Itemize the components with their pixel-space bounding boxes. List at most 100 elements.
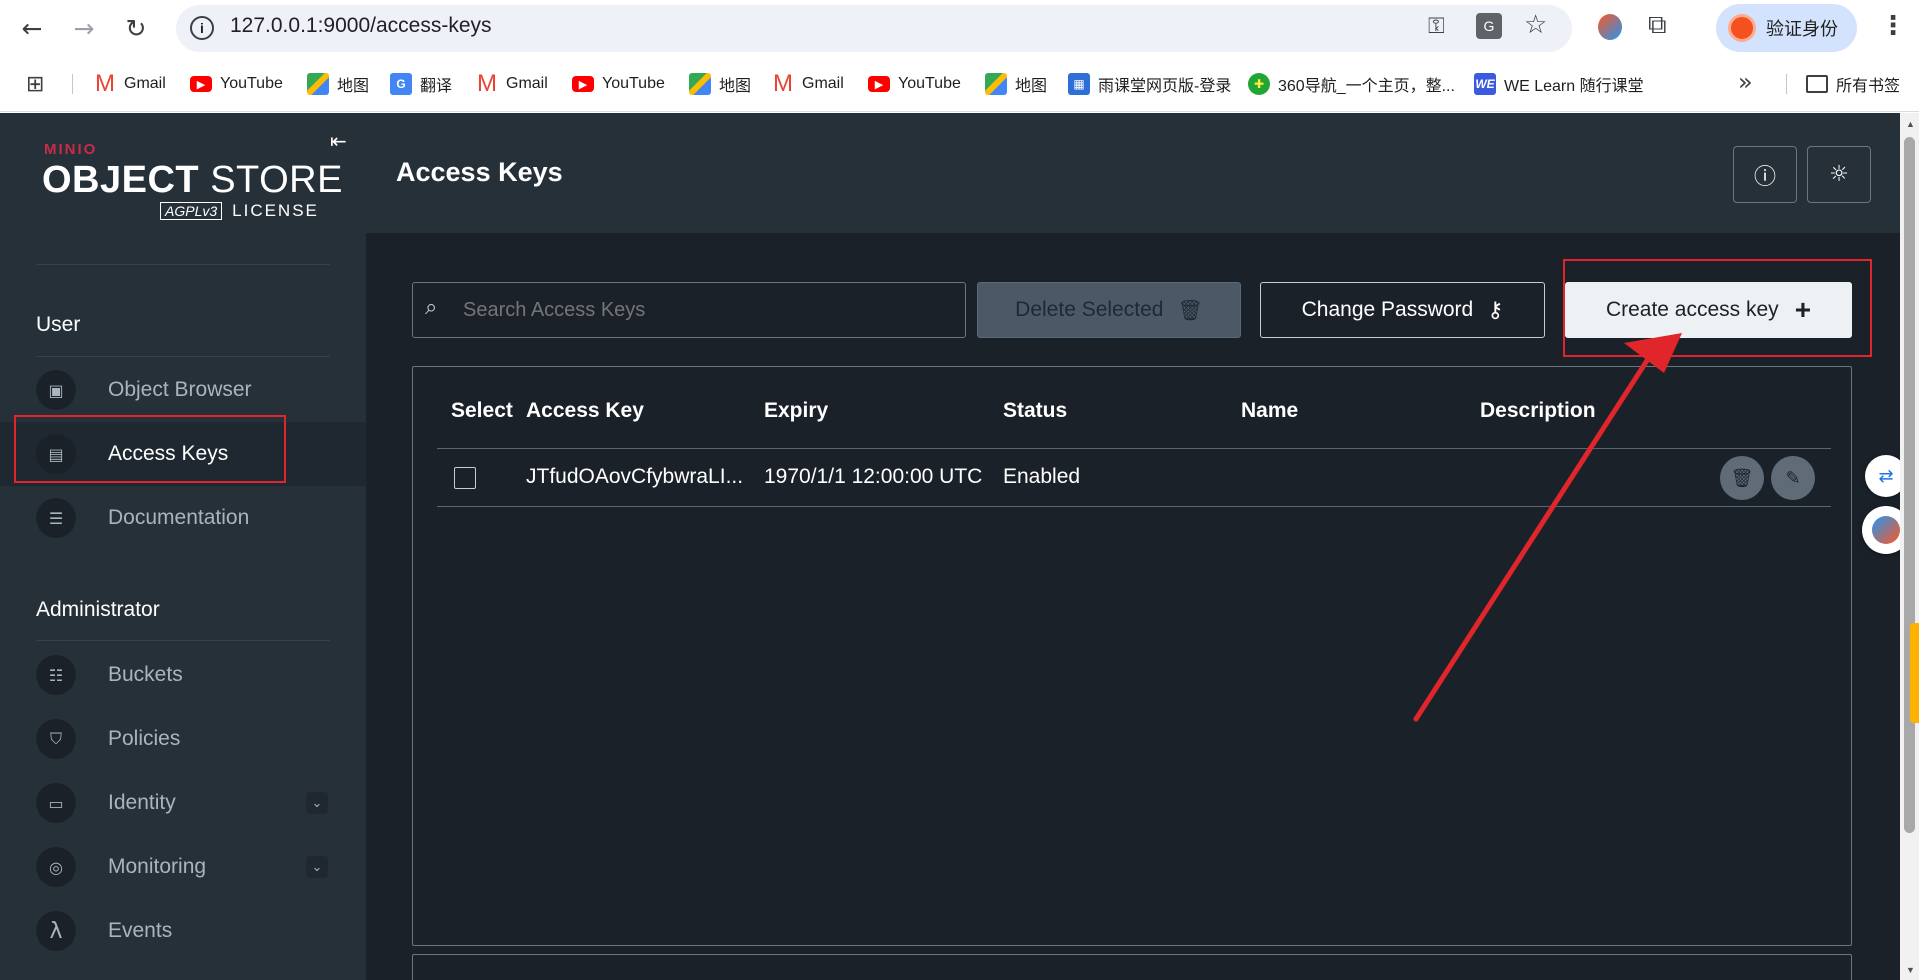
bottom-panel (412, 954, 1852, 980)
extensions-puzzle-icon[interactable]: ⧉ (1648, 10, 1667, 41)
extension-360-icon[interactable] (1598, 14, 1622, 40)
bookmark-welearn[interactable]: WE WE Learn 随行课堂 (1474, 70, 1644, 98)
url-text[interactable]: 127.0.0.1:9000/access-keys (230, 14, 492, 38)
browser-menu-icon[interactable]: ⋮ (1880, 10, 1906, 41)
sidebar-item-label: Monitoring (108, 855, 207, 878)
logo-divider (36, 264, 330, 265)
360-icon: ✚ (1248, 73, 1270, 95)
sidebar-item-label: Policies (108, 727, 181, 750)
bookmark-yuketang[interactable]: ▦ 雨课堂网页版-登录 (1068, 70, 1231, 98)
chevron-down-icon[interactable]: ⌄ (306, 792, 328, 814)
bookmark-divider (72, 74, 73, 94)
bookmark-star-icon[interactable]: ☆ (1524, 10, 1547, 40)
column-header-expiry[interactable]: Expiry (764, 399, 828, 423)
profile-label: 验证身份 (1766, 19, 1838, 39)
sidebar-item-buckets[interactable]: ☷ Buckets (0, 643, 366, 707)
section-divider (36, 356, 330, 357)
theme-toggle-button[interactable]: ☼ (1807, 146, 1871, 203)
sidebar-item-label: Identity (108, 791, 176, 814)
more-bookmarks-icon[interactable]: » (1738, 68, 1753, 96)
delete-row-button[interactable]: 🗑 (1720, 456, 1764, 500)
column-header-access-key[interactable]: Access Key (526, 399, 644, 423)
sidebar: MINIO OBJECT STORE AGPLv3 LICENSE ⇤ User … (0, 113, 366, 980)
collapse-sidebar-icon[interactable]: ⇤ (330, 129, 347, 153)
bookmark-youtube[interactable]: ▶ YouTube (572, 70, 665, 98)
youtube-icon: ▶ (190, 76, 212, 92)
minio-app: MINIO OBJECT STORE AGPLv3 LICENSE ⇤ User … (0, 113, 1910, 980)
user-section-title: User (36, 313, 81, 336)
key-icon[interactable]: ⚿ (1428, 14, 1445, 39)
site-info-icon[interactable]: i (190, 16, 214, 40)
annotation-highlight-access-keys (14, 415, 286, 483)
maps-icon (307, 73, 329, 95)
bookmark-gmail[interactable]: M Gmail (772, 70, 844, 98)
bookmark-youtube[interactable]: ▶ YouTube (190, 70, 283, 98)
documentation-icon: ☰ (36, 498, 76, 538)
sun-icon: ☼ (1829, 162, 1849, 187)
policies-icon: ⛉ (36, 719, 76, 759)
gmail-icon: M (773, 70, 793, 97)
avatar (1728, 14, 1756, 42)
chevron-down-icon[interactable]: ⌄ (306, 856, 328, 878)
bookmark-divider (1786, 74, 1787, 94)
sidebar-item-identity[interactable]: ▭ Identity ⌄ (0, 771, 366, 835)
scroll-marker (1910, 623, 1919, 723)
scrollbar-thumb[interactable] (1904, 137, 1915, 833)
column-header-name[interactable]: Name (1241, 399, 1298, 423)
back-arrow-icon[interactable]: ← (12, 8, 52, 48)
scroll-up-arrow-icon[interactable]: ▲ (1906, 119, 1915, 129)
change-password-button[interactable]: Change Password ⚷ (1260, 282, 1545, 338)
scroll-down-arrow-icon[interactable]: ▼ (1906, 965, 1915, 975)
column-header-status[interactable]: Status (1003, 399, 1067, 423)
all-bookmarks-folder[interactable]: 所有书签 (1806, 70, 1900, 98)
bookmark-maps[interactable]: 地图 (689, 70, 751, 98)
edit-row-button[interactable]: ✎ (1771, 456, 1815, 500)
minio-logo: MINIO (44, 141, 98, 158)
search-input[interactable] (463, 291, 953, 329)
page-scrollbar[interactable]: ▲ ▼ (1900, 113, 1919, 980)
forward-arrow-icon[interactable]: → (64, 8, 104, 48)
administrator-section-title: Administrator (36, 598, 160, 621)
reload-icon[interactable]: ↻ (116, 8, 156, 48)
welearn-icon: WE (1474, 73, 1496, 95)
access-key-cell: JTfudOAovCfybwraLI... (526, 465, 744, 488)
bookmark-maps[interactable]: 地图 (307, 70, 369, 98)
annotation-arrow (1413, 333, 1682, 722)
page-title: Access Keys (396, 157, 563, 187)
translate-icon: G (390, 73, 412, 95)
assistant-logo (1872, 516, 1900, 544)
sidebar-item-label: Buckets (108, 663, 183, 686)
bookmark-gmail[interactable]: M Gmail (94, 70, 166, 98)
sidebar-item-policies[interactable]: ⛉ Policies (0, 707, 366, 771)
page-header: Access Keys ⓘ ☼ (366, 113, 1900, 233)
bookmark-gmail[interactable]: M Gmail (476, 70, 548, 98)
translate-page-icon[interactable]: G (1476, 13, 1502, 39)
search-box[interactable]: ⌕ (412, 282, 966, 338)
youtube-icon: ▶ (572, 76, 594, 92)
trash-icon: 🗑 (1177, 298, 1203, 322)
column-header-select: Select (451, 399, 513, 422)
section-divider (36, 640, 330, 641)
sidebar-item-label: Documentation (108, 506, 250, 529)
gmail-icon: M (95, 70, 115, 97)
license-logo: AGPLv3 LICENSE (160, 201, 319, 221)
sidebar-item-object-browser[interactable]: ▣ Object Browser (0, 358, 366, 422)
profile-button[interactable]: 验证身份 (1716, 4, 1857, 52)
browser-toolbar: ← → ↻ i 127.0.0.1:9000/access-keys ⚿ G ☆… (0, 0, 1919, 56)
delete-selected-label: Delete Selected (1015, 298, 1164, 321)
sidebar-item-monitoring[interactable]: ◎ Monitoring ⌄ (0, 835, 366, 899)
bookmark-youtube[interactable]: ▶ YouTube (868, 70, 961, 98)
gmail-icon: M (477, 70, 497, 97)
sidebar-item-documentation[interactable]: ☰ Documentation (0, 486, 366, 550)
bookmark-maps[interactable]: 地图 (985, 70, 1047, 98)
maps-icon (689, 73, 711, 95)
bookmark-translate[interactable]: G 翻译 (390, 70, 452, 98)
yuketang-icon: ▦ (1068, 73, 1090, 95)
bookmark-360[interactable]: ✚ 360导航_一个主页，整... (1248, 70, 1455, 98)
help-button[interactable]: ⓘ (1733, 146, 1797, 203)
delete-selected-button[interactable]: Delete Selected 🗑 (977, 282, 1241, 338)
apps-grid-icon[interactable]: ⊞ (26, 72, 44, 97)
sidebar-item-events[interactable]: λ Events (0, 899, 366, 963)
row-checkbox[interactable] (454, 467, 476, 489)
help-circle-icon: ⓘ (1753, 164, 1776, 190)
